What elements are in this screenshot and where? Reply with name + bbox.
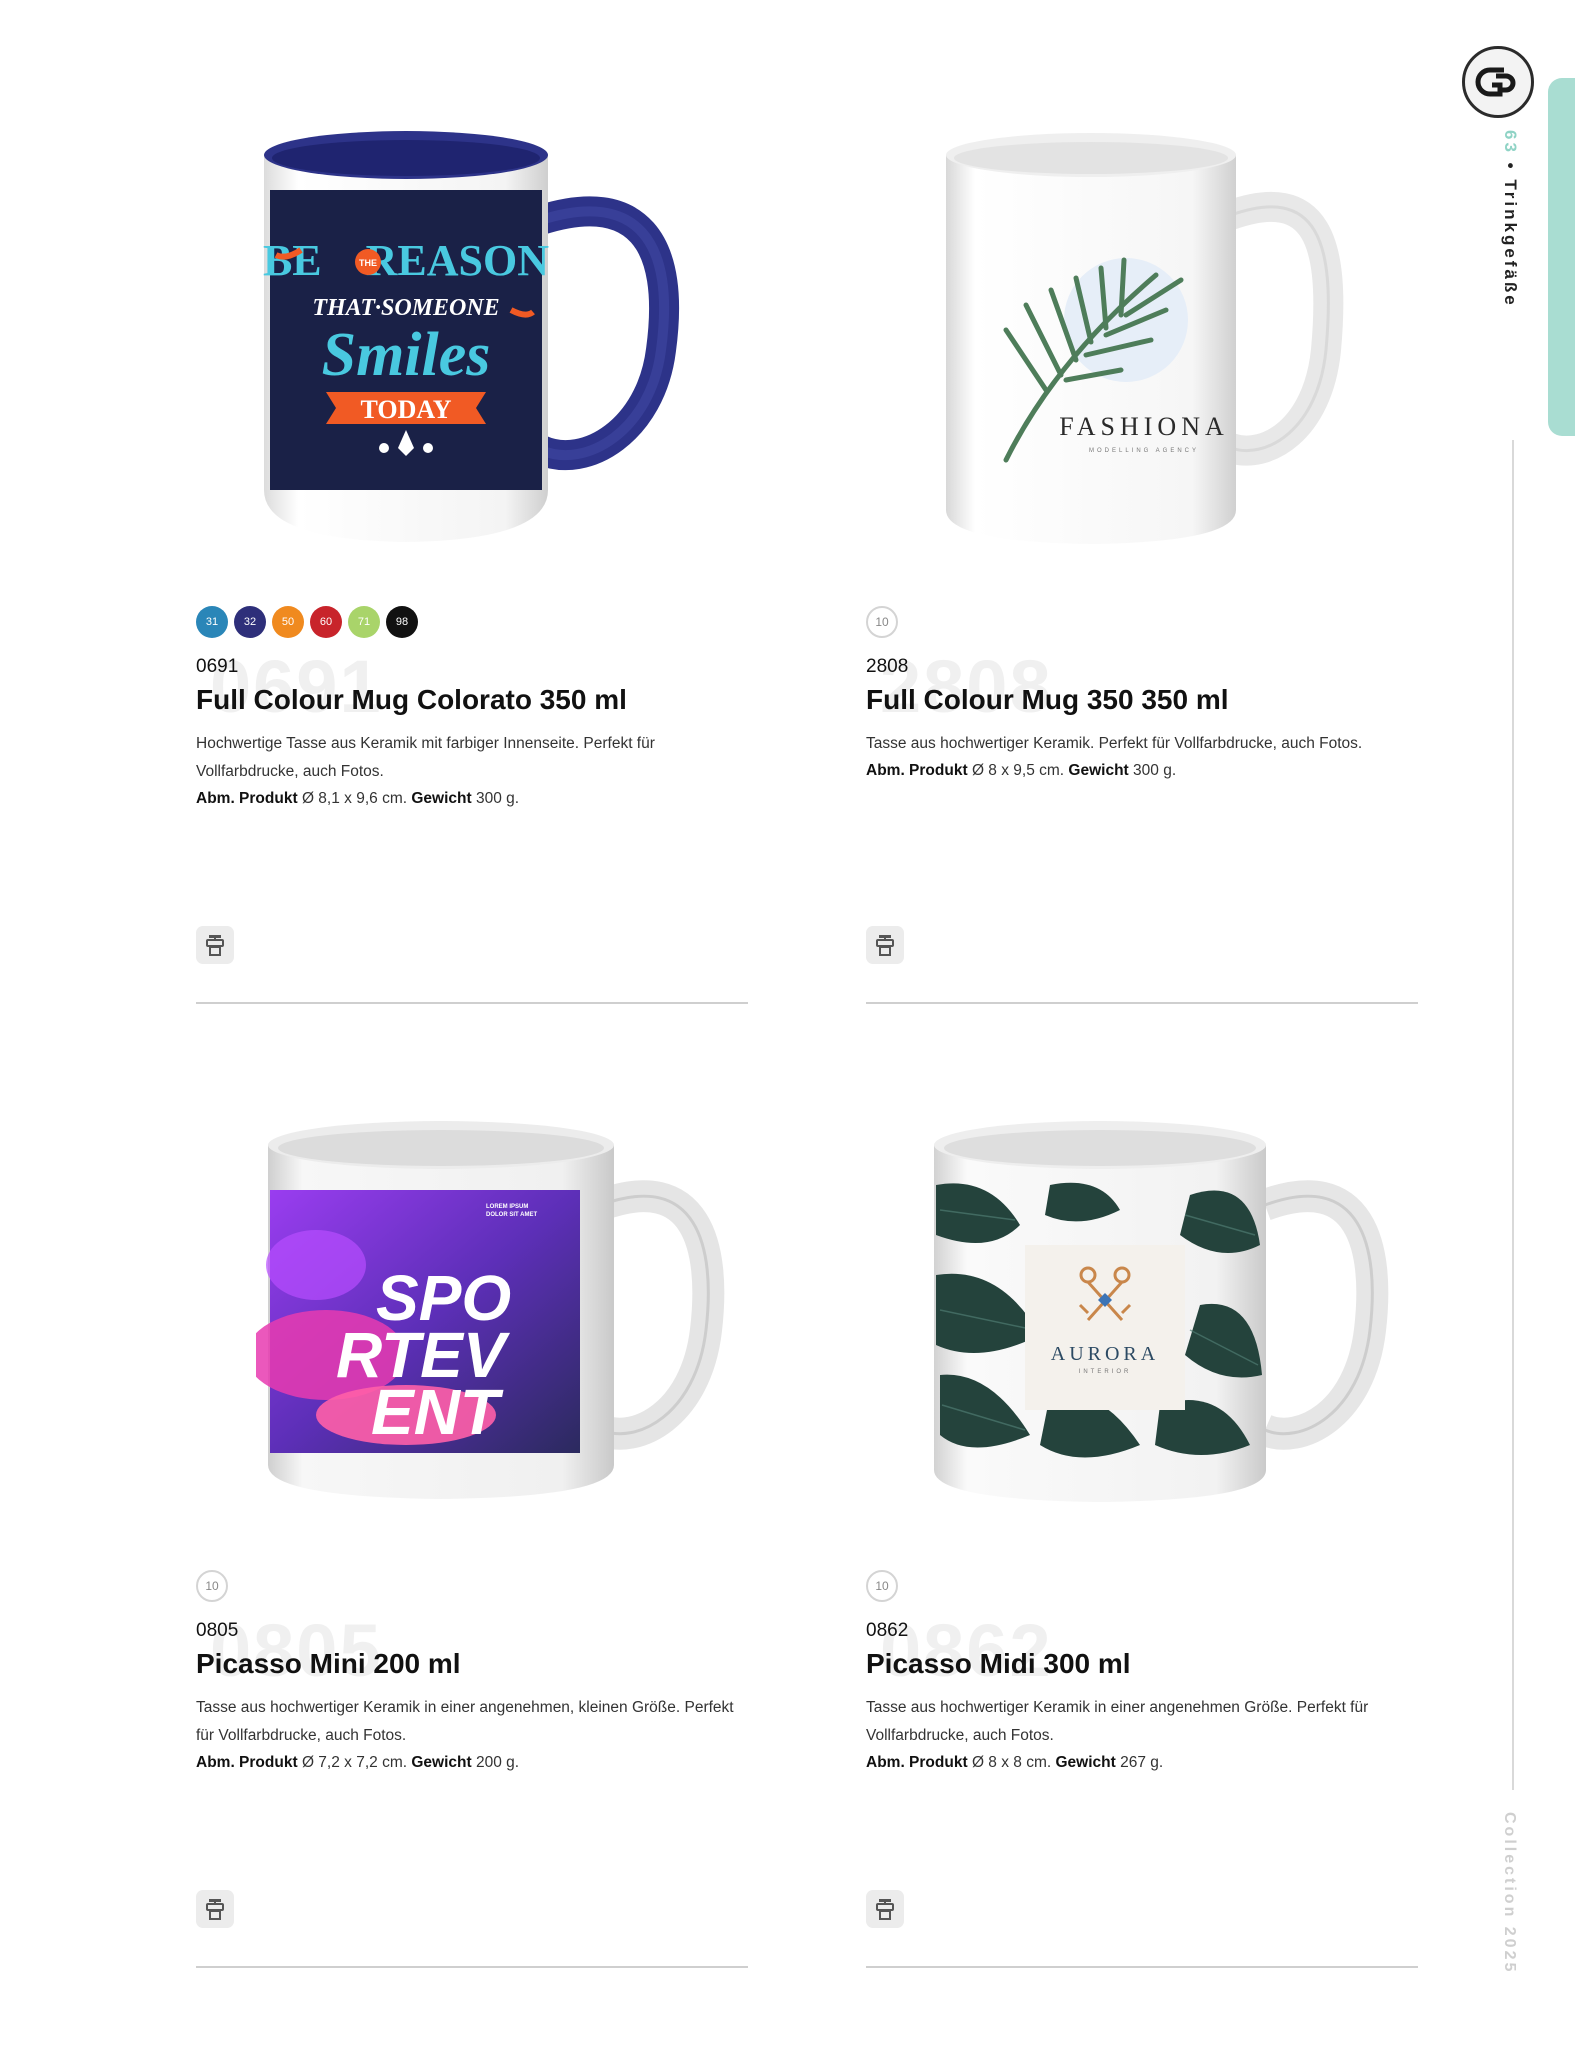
print-method-button[interactable] [196, 926, 234, 964]
product-image-0862: AURORA INTERIOR [934, 1121, 1389, 1502]
svg-text:LOREM IPSUM: LOREM IPSUM [486, 1204, 528, 1210]
product-code: 0691 [196, 656, 239, 677]
mug-art-line1: BE REASON [263, 236, 549, 285]
product-specs: Abm. Produkt Ø 8,1 x 9,6 cm. Gewicht 300… [196, 790, 520, 807]
card-divider [196, 1002, 748, 1004]
color-swatches: 31 32 50 60 71 98 [196, 606, 418, 638]
product-title: Full Colour Mug 350 350 ml [866, 684, 1229, 715]
product-description: Tasse aus hochwertiger Keramik. Perfekt … [866, 735, 1363, 752]
product-description: Hochwertige Tasse aus Keramik mit farbig… [196, 735, 655, 780]
min-qty-badge: 10 [866, 606, 898, 638]
print-method-button[interactable] [196, 1890, 234, 1928]
color-swatch[interactable]: 32 [234, 606, 266, 638]
product-image-0691: BE REASON THE THAT·SOMEONE Smiles TODAY [263, 131, 680, 542]
product-image-0805: LOREM IPSUM DOLOR SIT AMET SPO RTEV ENT [256, 1121, 725, 1499]
brand-logo [1462, 46, 1534, 118]
product-code: 0862 [866, 1620, 909, 1641]
product-description: Tasse aus hochwertiger Keramik in einer … [196, 1699, 734, 1744]
print-method-button[interactable] [866, 1890, 904, 1928]
mug-brand-text: FASHIONA [1059, 412, 1229, 441]
print-method-icon [876, 935, 894, 956]
product-title: Picasso Midi 300 ml [866, 1648, 1131, 1679]
svg-text:Smiles: Smiles [322, 321, 491, 389]
svg-text:INTERIOR: INTERIOR [1079, 1369, 1132, 1375]
print-method-icon [876, 1899, 894, 1920]
card-divider [866, 1966, 1418, 1968]
print-method-icon [206, 1899, 224, 1920]
section-label: 63 • Trinkgefäße [1500, 130, 1520, 308]
product-code: 2808 [866, 656, 909, 677]
product-specs: Abm. Produkt Ø 8 x 8 cm. Gewicht 267 g. [866, 1754, 1164, 1771]
card-divider [196, 1966, 748, 1968]
svg-text:DOLOR SIT AMET: DOLOR SIT AMET [486, 1212, 537, 1218]
svg-text:THAT·SOMEONE: THAT·SOMEONE [312, 295, 499, 321]
product-specs: Abm. Produkt Ø 7,2 x 7,2 cm. Gewicht 200… [196, 1754, 520, 1771]
product-title: Full Colour Mug Colorato 350 ml [196, 684, 627, 715]
svg-text:THE: THE [359, 258, 377, 268]
color-swatch[interactable]: 31 [196, 606, 228, 638]
collection-label: Collection 2025 [1501, 1812, 1518, 1975]
svg-text:ENT: ENT [371, 1376, 504, 1448]
color-swatch[interactable]: 60 [310, 606, 342, 638]
print-method-button[interactable] [866, 926, 904, 964]
product-title: Picasso Mini 200 ml [196, 1648, 461, 1679]
color-swatch[interactable]: 71 [348, 606, 380, 638]
svg-text:MODELLING AGENCY: MODELLING AGENCY [1089, 448, 1199, 454]
svg-text:TODAY: TODAY [360, 395, 451, 424]
product-code: 0805 [196, 1620, 239, 1641]
product-description: Tasse aus hochwertiger Keramik in einer … [866, 1699, 1369, 1744]
page-number: 63 [1501, 130, 1520, 155]
section-name: Trinkgefäße [1501, 179, 1520, 308]
product-specs: Abm. Produkt Ø 8 x 9,5 cm. Gewicht 300 g… [866, 762, 1177, 779]
separator-bullet: • [1501, 162, 1520, 172]
section-tab [1548, 78, 1575, 436]
min-qty-badge: 10 [196, 1570, 228, 1602]
product-image-2808: FASHIONA MODELLING AGENCY [946, 133, 1344, 544]
mug-brand-text: AURORA [1051, 1343, 1159, 1365]
card-divider [866, 1002, 1418, 1004]
brand-logo-mark [1475, 67, 1516, 97]
color-swatch[interactable]: 98 [386, 606, 418, 638]
min-qty-badge: 10 [866, 1570, 898, 1602]
color-swatch[interactable]: 50 [272, 606, 304, 638]
print-method-icon [206, 935, 224, 956]
rail-divider [1512, 440, 1514, 1790]
